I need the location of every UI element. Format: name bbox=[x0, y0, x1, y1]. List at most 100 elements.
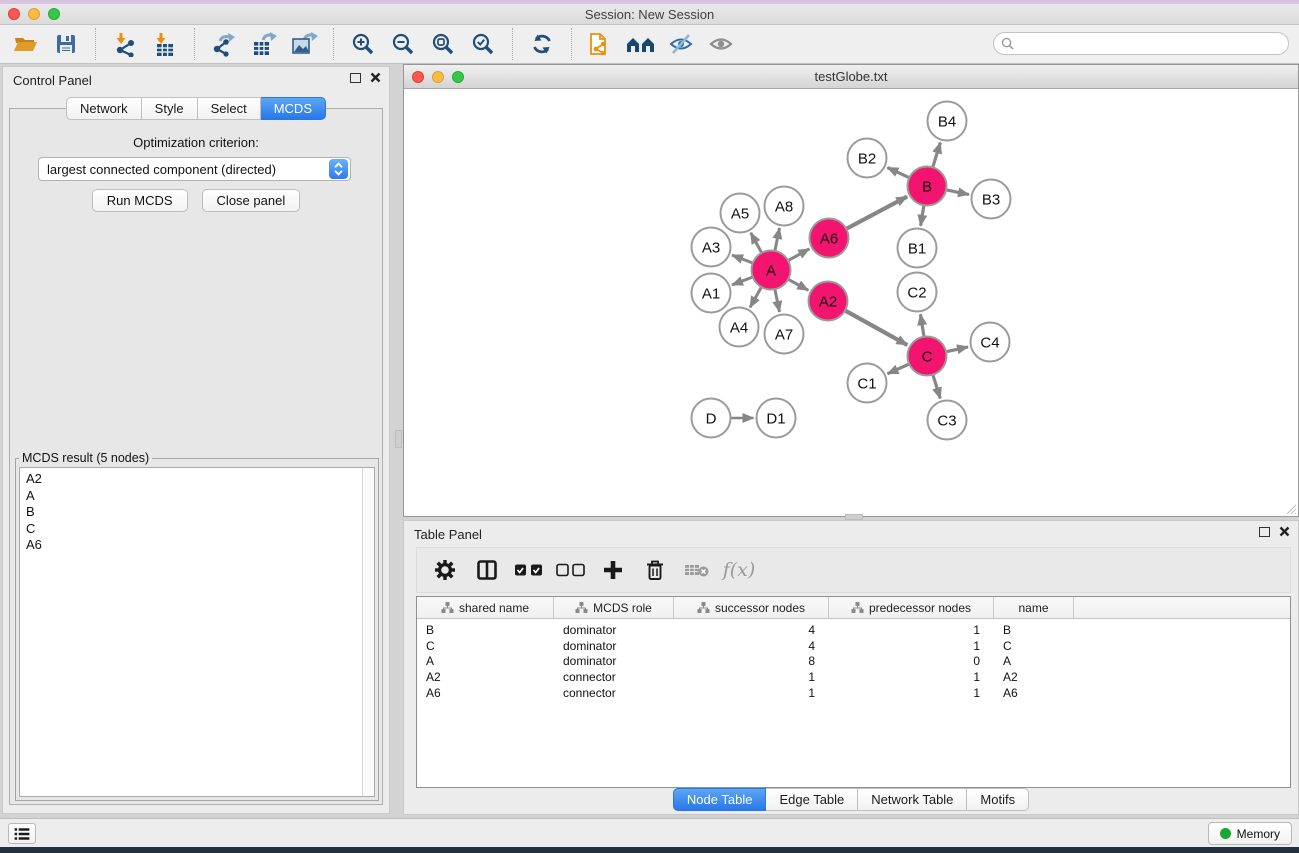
search-field[interactable] bbox=[993, 32, 1289, 55]
graph-edge-A-A6[interactable] bbox=[786, 249, 809, 262]
table-cell[interactable]: 8 bbox=[674, 654, 829, 668]
close-panel-button[interactable]: Close panel bbox=[202, 189, 301, 212]
first-neighbors-button[interactable] bbox=[621, 27, 661, 61]
table-row[interactable]: Adominator80A bbox=[417, 654, 1290, 670]
graph-edge-B-B1[interactable] bbox=[921, 203, 925, 226]
function-builder-button[interactable]: f(x) bbox=[721, 552, 757, 588]
minimize-window-button[interactable] bbox=[28, 8, 40, 20]
task-history-button[interactable] bbox=[8, 823, 36, 844]
tab-network[interactable]: Network bbox=[66, 97, 142, 120]
table-cell[interactable]: C bbox=[417, 639, 554, 653]
table-cell[interactable]: C bbox=[994, 639, 1074, 653]
export-image-button[interactable] bbox=[284, 27, 324, 61]
vertical-splitter-handle[interactable] bbox=[395, 430, 402, 448]
table-cell[interactable]: B bbox=[994, 623, 1074, 637]
column-header-predecessor-nodes[interactable]: predecessor nodes bbox=[829, 597, 994, 618]
resize-grip-icon[interactable] bbox=[1285, 503, 1297, 515]
search-input[interactable] bbox=[1018, 37, 1288, 51]
import-table-button[interactable] bbox=[145, 27, 185, 61]
hide-selected-button[interactable] bbox=[661, 27, 701, 61]
graph-edge-B-B3[interactable] bbox=[944, 189, 969, 194]
mcds-result-item[interactable]: A bbox=[26, 488, 362, 505]
table-cell[interactable]: dominator bbox=[554, 623, 674, 637]
network-canvas[interactable]: B4B2BB3A5A8A6A3B1AA1C2A2A4A7C4CC1C3DD1 bbox=[404, 89, 1298, 516]
tab-node-table[interactable]: Node Table bbox=[673, 788, 767, 811]
table-cell[interactable]: A6 bbox=[417, 686, 554, 700]
column-header-name[interactable]: name bbox=[994, 597, 1074, 618]
graph-edge-A-A5[interactable] bbox=[751, 233, 763, 255]
table-cell[interactable]: A6 bbox=[994, 686, 1074, 700]
optimization-criterion-select[interactable]: largest connected component (directed) bbox=[38, 157, 351, 181]
save-session-button[interactable] bbox=[46, 27, 86, 61]
show-columns-button[interactable] bbox=[469, 552, 505, 588]
table-cell[interactable]: A bbox=[417, 654, 554, 668]
table-cell[interactable]: connector bbox=[554, 686, 674, 700]
graph-edge-A-A3[interactable] bbox=[732, 255, 755, 264]
table-cell[interactable]: 1 bbox=[829, 623, 994, 637]
close-table-panel-icon[interactable] bbox=[1279, 526, 1290, 537]
table-cell[interactable]: A2 bbox=[994, 670, 1074, 684]
graph-edge-C-C3[interactable] bbox=[932, 373, 940, 399]
mcds-result-item[interactable]: B bbox=[26, 504, 362, 521]
graph-edge-B-B4[interactable] bbox=[932, 143, 940, 170]
table-cell[interactable]: A bbox=[994, 654, 1074, 668]
tab-motifs[interactable]: Motifs bbox=[967, 788, 1029, 811]
mcds-result-item[interactable]: C bbox=[26, 521, 362, 538]
tab-select[interactable]: Select bbox=[198, 97, 261, 120]
graph-edge-C-C2[interactable] bbox=[920, 314, 924, 338]
table-settings-button[interactable] bbox=[427, 552, 463, 588]
zoom-window-button[interactable] bbox=[48, 8, 60, 20]
close-network-window-button[interactable] bbox=[412, 71, 424, 83]
minimize-network-window-button[interactable] bbox=[432, 71, 444, 83]
table-cell[interactable]: 1 bbox=[829, 686, 994, 700]
deselect-all-rows-button[interactable] bbox=[553, 552, 589, 588]
table-cell[interactable]: connector bbox=[554, 670, 674, 684]
table-cell[interactable]: B bbox=[417, 623, 554, 637]
table-row[interactable]: Cdominator41C bbox=[417, 638, 1290, 654]
zoom-in-button[interactable] bbox=[343, 27, 383, 61]
export-network-button[interactable] bbox=[204, 27, 244, 61]
network-window-titlebar[interactable]: testGlobe.txt bbox=[404, 65, 1298, 89]
tab-edge-table[interactable]: Edge Table bbox=[766, 788, 858, 811]
import-network-button[interactable] bbox=[105, 27, 145, 61]
delete-column-button[interactable] bbox=[637, 552, 673, 588]
tab-mcds[interactable]: MCDS bbox=[261, 97, 326, 120]
column-header-mcds-role[interactable]: MCDS role bbox=[554, 597, 674, 618]
table-cell[interactable]: 0 bbox=[829, 654, 994, 668]
graph-edge-C-C1[interactable] bbox=[888, 363, 912, 374]
table-cell[interactable]: 4 bbox=[674, 639, 829, 653]
table-cell[interactable]: dominator bbox=[554, 654, 674, 668]
table-cell[interactable]: 4 bbox=[674, 623, 829, 637]
zoom-out-button[interactable] bbox=[383, 27, 423, 61]
select-all-rows-button[interactable] bbox=[511, 552, 547, 588]
graph-edge-A-A1[interactable] bbox=[732, 276, 755, 285]
float-table-panel-icon[interactable] bbox=[1259, 527, 1270, 537]
graph-edge-B-B2[interactable] bbox=[887, 168, 911, 179]
create-column-button[interactable] bbox=[595, 552, 631, 588]
table-cell[interactable]: dominator bbox=[554, 639, 674, 653]
refresh-button[interactable] bbox=[522, 27, 562, 61]
column-header-shared-name[interactable]: shared name bbox=[417, 597, 554, 618]
delete-table-button[interactable] bbox=[679, 552, 715, 588]
table-cell[interactable]: 1 bbox=[829, 670, 994, 684]
memory-button[interactable]: Memory bbox=[1208, 822, 1292, 845]
tab-network-table[interactable]: Network Table bbox=[858, 788, 967, 811]
new-network-from-selection-button[interactable] bbox=[581, 27, 621, 61]
run-mcds-button[interactable]: Run MCDS bbox=[92, 189, 188, 212]
graph-edge-C-C4[interactable] bbox=[944, 347, 968, 352]
float-panel-icon[interactable] bbox=[350, 73, 361, 83]
graph-edge-A-A8[interactable] bbox=[774, 228, 779, 253]
open-session-button[interactable] bbox=[6, 27, 46, 61]
table-cell[interactable]: 1 bbox=[674, 686, 829, 700]
table-row[interactable]: Bdominator41B bbox=[417, 622, 1290, 638]
table-row[interactable]: A2connector11A2 bbox=[417, 669, 1290, 685]
column-header-successor-nodes[interactable]: successor nodes bbox=[674, 597, 829, 618]
close-panel-icon[interactable] bbox=[370, 72, 381, 83]
graph-edge-A6-B[interactable] bbox=[844, 197, 907, 230]
zoom-fit-button[interactable] bbox=[423, 27, 463, 61]
graph-edge-A-A2[interactable] bbox=[786, 278, 808, 290]
mcds-result-item[interactable]: A2 bbox=[26, 471, 362, 488]
zoom-selected-button[interactable] bbox=[463, 27, 503, 61]
close-window-button[interactable] bbox=[8, 8, 20, 20]
graph-edge-A-A7[interactable] bbox=[774, 287, 779, 312]
